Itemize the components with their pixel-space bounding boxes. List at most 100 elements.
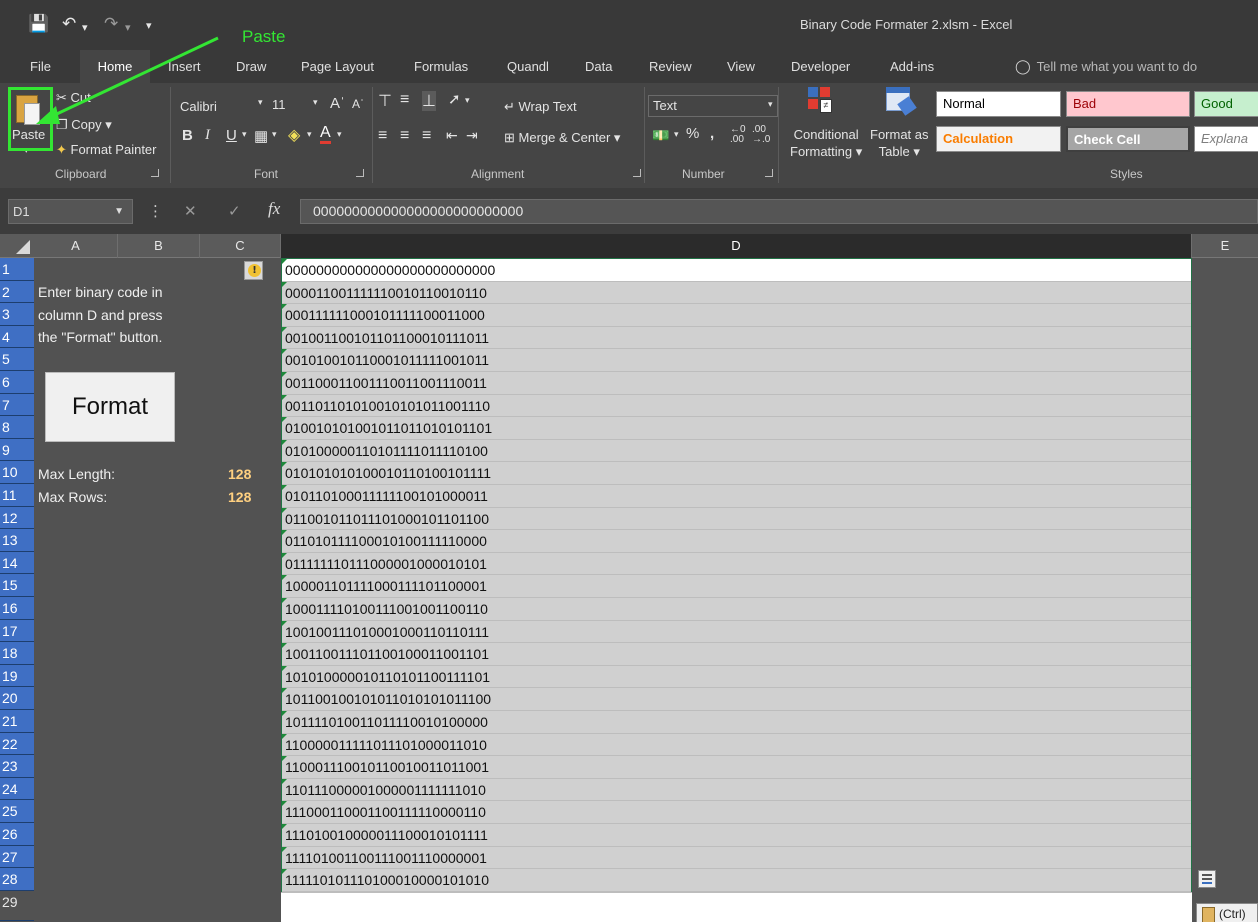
- row-header[interactable]: 7: [0, 393, 34, 417]
- row-header[interactable]: 26: [0, 823, 34, 846]
- cell-d[interactable]: 001101101010010101011001110: [282, 394, 1191, 418]
- cell-d[interactable]: 011010111100010100111110000: [282, 530, 1191, 553]
- tab-data[interactable]: Data: [583, 50, 614, 83]
- warning-icon[interactable]: [244, 261, 263, 280]
- active-cell-d1[interactable]: 000000000000000000000000000: [282, 259, 1191, 282]
- tab-add-ins[interactable]: Add-ins: [888, 50, 936, 83]
- clipboard-launcher-icon[interactable]: [151, 169, 159, 177]
- cell-d[interactable]: 111101001100111001110000001: [282, 846, 1191, 870]
- cell-d[interactable]: 100110011101100100011001101: [282, 643, 1191, 666]
- row-header[interactable]: 27: [0, 845, 34, 869]
- orientation-dropdown-icon[interactable]: ▾: [465, 95, 470, 106]
- row-header[interactable]: 15: [0, 574, 34, 597]
- font-size-select[interactable]: 11: [272, 97, 286, 112]
- wrap-text-button[interactable]: ↵ Wrap Text: [504, 99, 577, 115]
- cell-d[interactable]: 001001100101101100010111011: [282, 326, 1191, 350]
- formula-input[interactable]: 000000000000000000000000000: [300, 199, 1258, 224]
- row-header[interactable]: 17: [0, 619, 34, 643]
- font-launcher-icon[interactable]: [356, 169, 364, 177]
- cell-d[interactable]: 101100100101011010101011100: [282, 688, 1191, 711]
- cell-d[interactable]: 011111110111000001000010101: [282, 552, 1191, 576]
- row-header[interactable]: 25: [0, 800, 34, 823]
- borders-dropdown-icon[interactable]: ▾: [272, 129, 277, 140]
- percent-style-icon[interactable]: %: [686, 125, 699, 142]
- cell-d[interactable]: 010100000110101111011110100: [282, 439, 1191, 463]
- tab-page-layout[interactable]: Page Layout: [299, 50, 376, 83]
- column-e-cells[interactable]: [1192, 258, 1258, 922]
- tab-developer[interactable]: Developer: [789, 50, 852, 83]
- row-header[interactable]: 6: [0, 371, 34, 394]
- column-header-d[interactable]: D: [281, 234, 1192, 258]
- style-check-cell[interactable]: Check Cell: [1066, 126, 1190, 152]
- row-header[interactable]: 2: [0, 280, 34, 304]
- cell-d[interactable]: 010010101001011011010101101: [282, 417, 1191, 440]
- cell-d[interactable]: 001010010110001011111001011: [282, 349, 1191, 372]
- row-header[interactable]: 16: [0, 597, 34, 620]
- row-header[interactable]: 14: [0, 551, 34, 575]
- cell-d[interactable]: 100100111010001000110110111: [282, 620, 1191, 644]
- enter-icon[interactable]: ✓: [228, 202, 241, 220]
- name-box[interactable]: D1 ▼: [8, 199, 133, 224]
- cell-d[interactable]: 110000011111011101000011010: [282, 733, 1191, 757]
- row-header[interactable]: 13: [0, 529, 34, 552]
- number-launcher-icon[interactable]: [765, 169, 773, 177]
- cell-d[interactable]: 111000110001100111110000110: [282, 801, 1191, 824]
- row-header[interactable]: 5: [0, 348, 34, 371]
- style-good[interactable]: Good: [1194, 91, 1258, 117]
- cell-d[interactable]: 010101010100010110100101111: [282, 462, 1191, 485]
- font-color-dropdown-icon[interactable]: ▾: [337, 129, 342, 140]
- fill-dropdown-icon[interactable]: ▾: [307, 129, 312, 140]
- cancel-icon[interactable]: ✕: [184, 202, 197, 220]
- merge-center-button[interactable]: ⊞ Merge & Center ▾: [504, 130, 620, 146]
- cell-d[interactable]: 001100011001110011001110011: [282, 372, 1191, 395]
- cell-d[interactable]: 000011001111110010110010110: [282, 281, 1191, 305]
- cell-d29[interactable]: [281, 892, 1192, 922]
- worksheet[interactable]: 1 2 3 4 5 6 7 8 9 10 11 12 13 14 15 16 17 18 19 20 21 22 23 24 2…: [0, 258, 1258, 922]
- align-left-icon[interactable]: ≡: [378, 127, 387, 145]
- align-right-icon[interactable]: ≡: [422, 127, 431, 145]
- cell-d[interactable]: 111010010000011100010101111: [282, 824, 1191, 847]
- more-options-icon[interactable]: ⋮: [148, 202, 163, 220]
- cell-d[interactable]: 100001101111000111101100001: [282, 575, 1191, 598]
- accounting-format-icon[interactable]: 💵: [652, 127, 669, 144]
- style-bad[interactable]: Bad: [1066, 91, 1190, 117]
- tell-me-search[interactable]: ◯ Tell me what you want to do: [1015, 50, 1197, 83]
- tab-formulas[interactable]: Formulas: [412, 50, 470, 83]
- shrink-font-icon[interactable]: Aˈ: [352, 97, 364, 111]
- font-size-dropdown-icon[interactable]: ▾: [313, 97, 318, 108]
- middle-align-icon[interactable]: ≡: [400, 91, 409, 109]
- row-header[interactable]: 29: [0, 890, 34, 921]
- fill-color-icon[interactable]: ◈: [288, 125, 300, 145]
- quick-analysis-icon[interactable]: [1198, 870, 1216, 888]
- cell-d[interactable]: 011001011011101000101101100: [282, 507, 1191, 531]
- row-header[interactable]: 3: [0, 303, 34, 326]
- row-header[interactable]: 8: [0, 416, 34, 439]
- row-header[interactable]: 22: [0, 732, 34, 756]
- accounting-dropdown-icon[interactable]: ▾: [674, 129, 679, 140]
- paste-options-button[interactable]: (Ctrl): [1196, 903, 1258, 922]
- column-header-c[interactable]: C: [200, 234, 281, 258]
- cell-d[interactable]: 101111010011011110010100000: [282, 711, 1191, 734]
- number-format-dropdown-icon[interactable]: ▾: [768, 99, 773, 110]
- conditional-formatting-button[interactable]: Conditional Formatting ▾: [790, 126, 862, 160]
- column-d-selection[interactable]: 000000000000000000000000000 0000110011111…: [281, 258, 1192, 892]
- name-box-dropdown-icon[interactable]: ▼: [114, 200, 124, 223]
- cell-d[interactable]: 101010000010110101100111101: [282, 665, 1191, 689]
- column-header-b[interactable]: B: [118, 234, 200, 258]
- increase-indent-icon[interactable]: ⇥: [466, 127, 478, 144]
- comma-style-icon[interactable]: ,: [710, 125, 714, 142]
- row-header[interactable]: 10: [0, 461, 34, 484]
- tab-quandl[interactable]: Quandl: [505, 50, 551, 83]
- row-header[interactable]: 19: [0, 664, 34, 688]
- style-explanatory[interactable]: Explana: [1194, 126, 1258, 152]
- insert-function-icon[interactable]: fx: [268, 199, 280, 219]
- row-header[interactable]: 4: [0, 325, 34, 349]
- number-format-select[interactable]: Text: [648, 95, 778, 117]
- style-normal[interactable]: Normal: [936, 91, 1061, 117]
- column-header-e[interactable]: E: [1192, 234, 1258, 258]
- cell-d[interactable]: 100011110100111001001100110: [282, 598, 1191, 621]
- cell-d[interactable]: 010110100011111100101000011: [282, 485, 1191, 508]
- row-header[interactable]: 21: [0, 710, 34, 733]
- row-header[interactable]: 20: [0, 687, 34, 710]
- row-header[interactable]: 24: [0, 777, 34, 801]
